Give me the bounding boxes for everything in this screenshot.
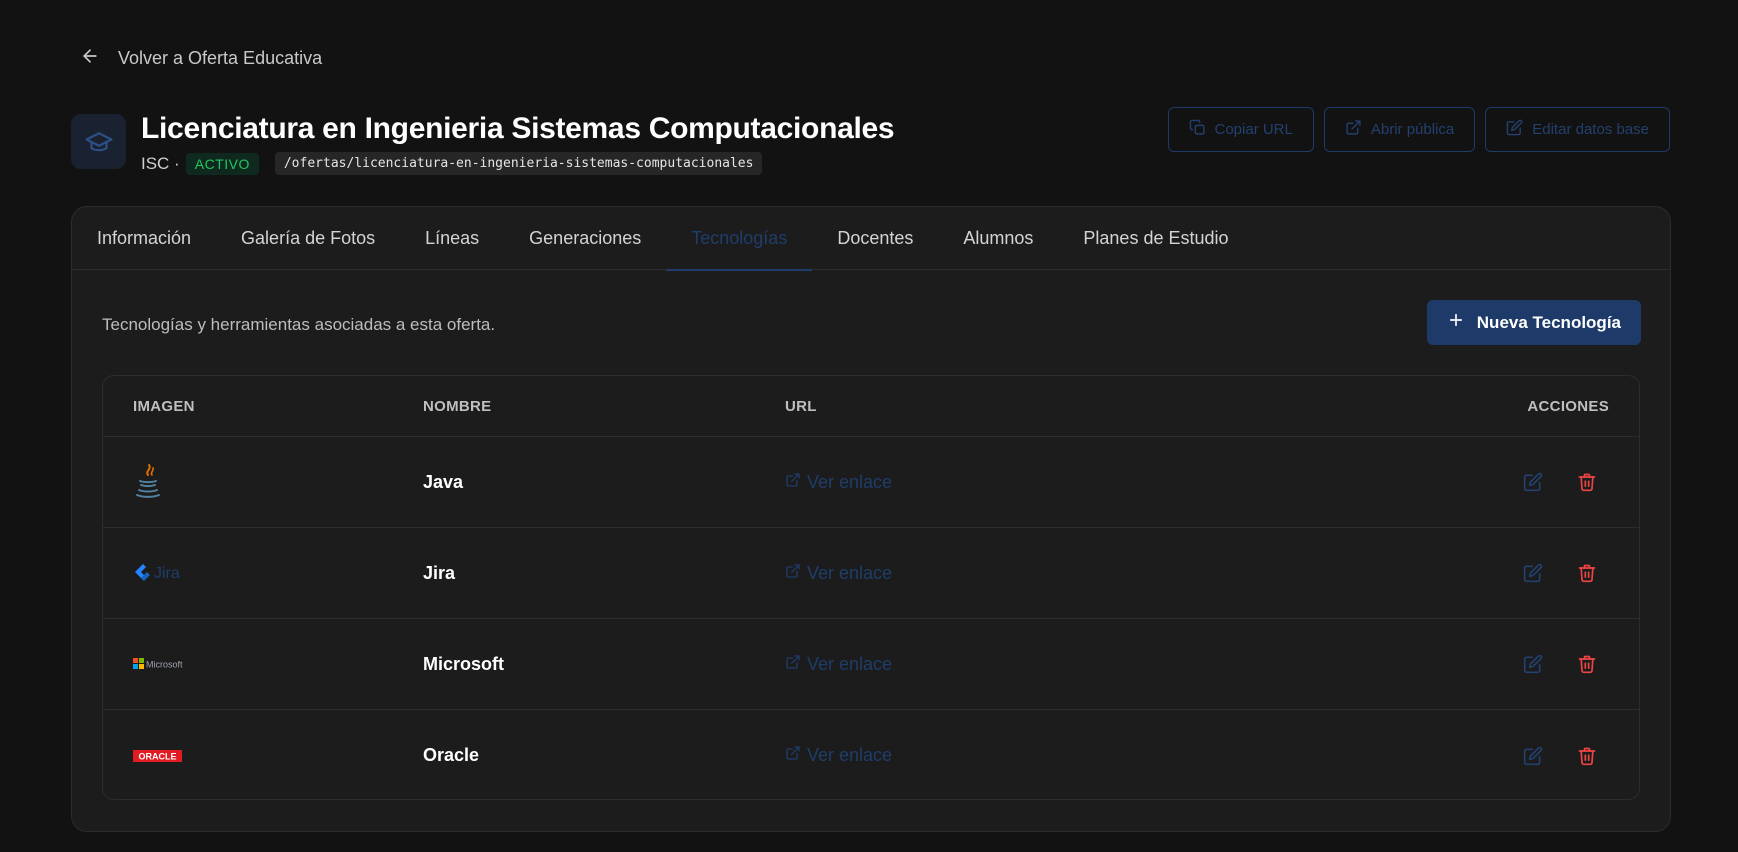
microsoft-logo-icon: Microsoft <box>133 657 193 671</box>
trash-icon <box>1578 655 1596 674</box>
graduation-cap-icon <box>71 114 126 169</box>
edit-icon <box>1523 746 1543 765</box>
section-description: Tecnologías y herramientas asociadas a e… <box>102 315 496 334</box>
header-name: NOMBRE <box>423 397 492 415</box>
oracle-logo-text: ORACLE <box>139 751 177 761</box>
edit-button[interactable] <box>1521 744 1545 768</box>
delete-button[interactable] <box>1575 652 1599 676</box>
program-code: ISC · <box>141 153 180 173</box>
view-link[interactable]: Ver enlace <box>785 654 1499 675</box>
delete-button[interactable] <box>1575 744 1599 768</box>
external-link-icon <box>785 472 801 493</box>
edit-button[interactable] <box>1521 561 1545 585</box>
copy-url-button[interactable]: Copiar URL <box>1167 107 1314 152</box>
tab-tecnologias[interactable]: Tecnologías <box>666 207 813 271</box>
tab-planes[interactable]: Planes de Estudio <box>1058 207 1253 270</box>
java-logo-icon <box>133 463 163 501</box>
tab-bar: Información Galería de Fotos Líneas Gene… <box>72 207 1670 271</box>
header-actions: Copiar URL Abrir pública Editar datos ba… <box>1167 107 1670 152</box>
delete-button[interactable] <box>1575 470 1599 494</box>
url-slug: /ofertas/licenciatura-en-ingenieria-sist… <box>274 152 763 175</box>
open-public-button[interactable]: Abrir pública <box>1323 107 1476 152</box>
edit-icon <box>1506 119 1523 140</box>
view-link-label: Ver enlace <box>807 562 893 583</box>
page-title: Licenciatura en Ingenieria Sistemas Comp… <box>141 112 895 145</box>
trash-icon <box>1578 564 1596 583</box>
tab-informacion[interactable]: Información <box>72 207 216 270</box>
view-link[interactable]: Ver enlace <box>785 563 1499 584</box>
open-public-label: Abrir pública <box>1370 121 1455 138</box>
view-link[interactable]: Ver enlace <box>785 745 1499 766</box>
table-row: Jira Jira Ver enlace <box>103 528 1639 619</box>
tab-docentes[interactable]: Docentes <box>812 207 938 270</box>
external-link-icon <box>1345 119 1362 140</box>
jira-logo-text: Jira <box>154 565 180 582</box>
technology-image: ORACLE <box>103 749 423 763</box>
technology-image: Jira <box>103 562 423 584</box>
row-actions <box>1499 470 1639 494</box>
trash-icon <box>1578 747 1596 765</box>
edit-button[interactable] <box>1521 470 1545 494</box>
table-row: Java Ver enlace <box>103 437 1639 528</box>
view-link-label: Ver enlace <box>807 653 893 674</box>
header-image: IMAGEN <box>133 397 195 415</box>
table-row: ORACLE Oracle Ver enlace <box>103 710 1639 799</box>
technology-name: Jira <box>423 562 456 583</box>
table-row: Microsoft Microsoft Ver enlace <box>103 619 1639 710</box>
content-card: Información Galería de Fotos Líneas Gene… <box>71 206 1671 832</box>
arrow-left-icon <box>80 46 100 71</box>
technology-name: Oracle <box>423 745 480 765</box>
plus-icon <box>1447 311 1465 334</box>
technology-name: Microsoft <box>423 653 504 674</box>
technologies-table: IMAGEN NOMBRE URL ACCIONES Java Ver enla… <box>102 375 1640 800</box>
copy-icon <box>1189 119 1206 140</box>
external-link-icon <box>785 563 801 584</box>
trash-icon <box>1578 473 1596 492</box>
edit-icon <box>1523 654 1543 674</box>
table-header: IMAGEN NOMBRE URL ACCIONES <box>103 376 1639 437</box>
edit-base-button[interactable]: Editar datos base <box>1485 107 1670 152</box>
row-actions <box>1499 744 1639 768</box>
delete-button[interactable] <box>1575 561 1599 585</box>
new-technology-button[interactable]: Nueva Tecnología <box>1426 300 1641 345</box>
technology-image: Microsoft <box>103 657 423 671</box>
oracle-logo-icon: ORACLE <box>133 749 183 763</box>
copy-url-label: Copiar URL <box>1214 121 1293 138</box>
header-actions: ACCIONES <box>1527 397 1609 415</box>
tab-generaciones[interactable]: Generaciones <box>504 207 666 270</box>
microsoft-logo-text: Microsoft <box>146 660 183 670</box>
external-link-icon <box>785 654 801 675</box>
edit-button[interactable] <box>1521 652 1545 676</box>
back-link-label: Volver a Oferta Educativa <box>118 48 323 68</box>
row-actions <box>1499 652 1639 676</box>
row-actions <box>1499 561 1639 585</box>
edit-icon <box>1523 563 1543 583</box>
edit-base-label: Editar datos base <box>1532 121 1649 138</box>
external-link-icon <box>785 745 801 766</box>
tab-lineas[interactable]: Líneas <box>400 207 504 270</box>
view-link-label: Ver enlace <box>807 471 893 492</box>
tab-galeria[interactable]: Galería de Fotos <box>216 207 400 270</box>
view-link[interactable]: Ver enlace <box>785 472 1499 493</box>
new-technology-label: Nueva Tecnología <box>1476 312 1621 332</box>
header-meta: ISC · ACTIVO /ofertas/licenciatura-en-in… <box>141 152 763 175</box>
technology-image <box>103 463 423 501</box>
view-link-label: Ver enlace <box>807 745 893 765</box>
edit-icon <box>1523 472 1543 492</box>
header-url: URL <box>785 397 817 415</box>
back-link[interactable]: Volver a Oferta Educativa <box>80 46 322 71</box>
jira-logo-icon: Jira <box>133 562 193 584</box>
technology-name: Java <box>423 471 464 492</box>
status-badge: ACTIVO <box>185 152 259 175</box>
tab-alumnos[interactable]: Alumnos <box>938 207 1058 270</box>
